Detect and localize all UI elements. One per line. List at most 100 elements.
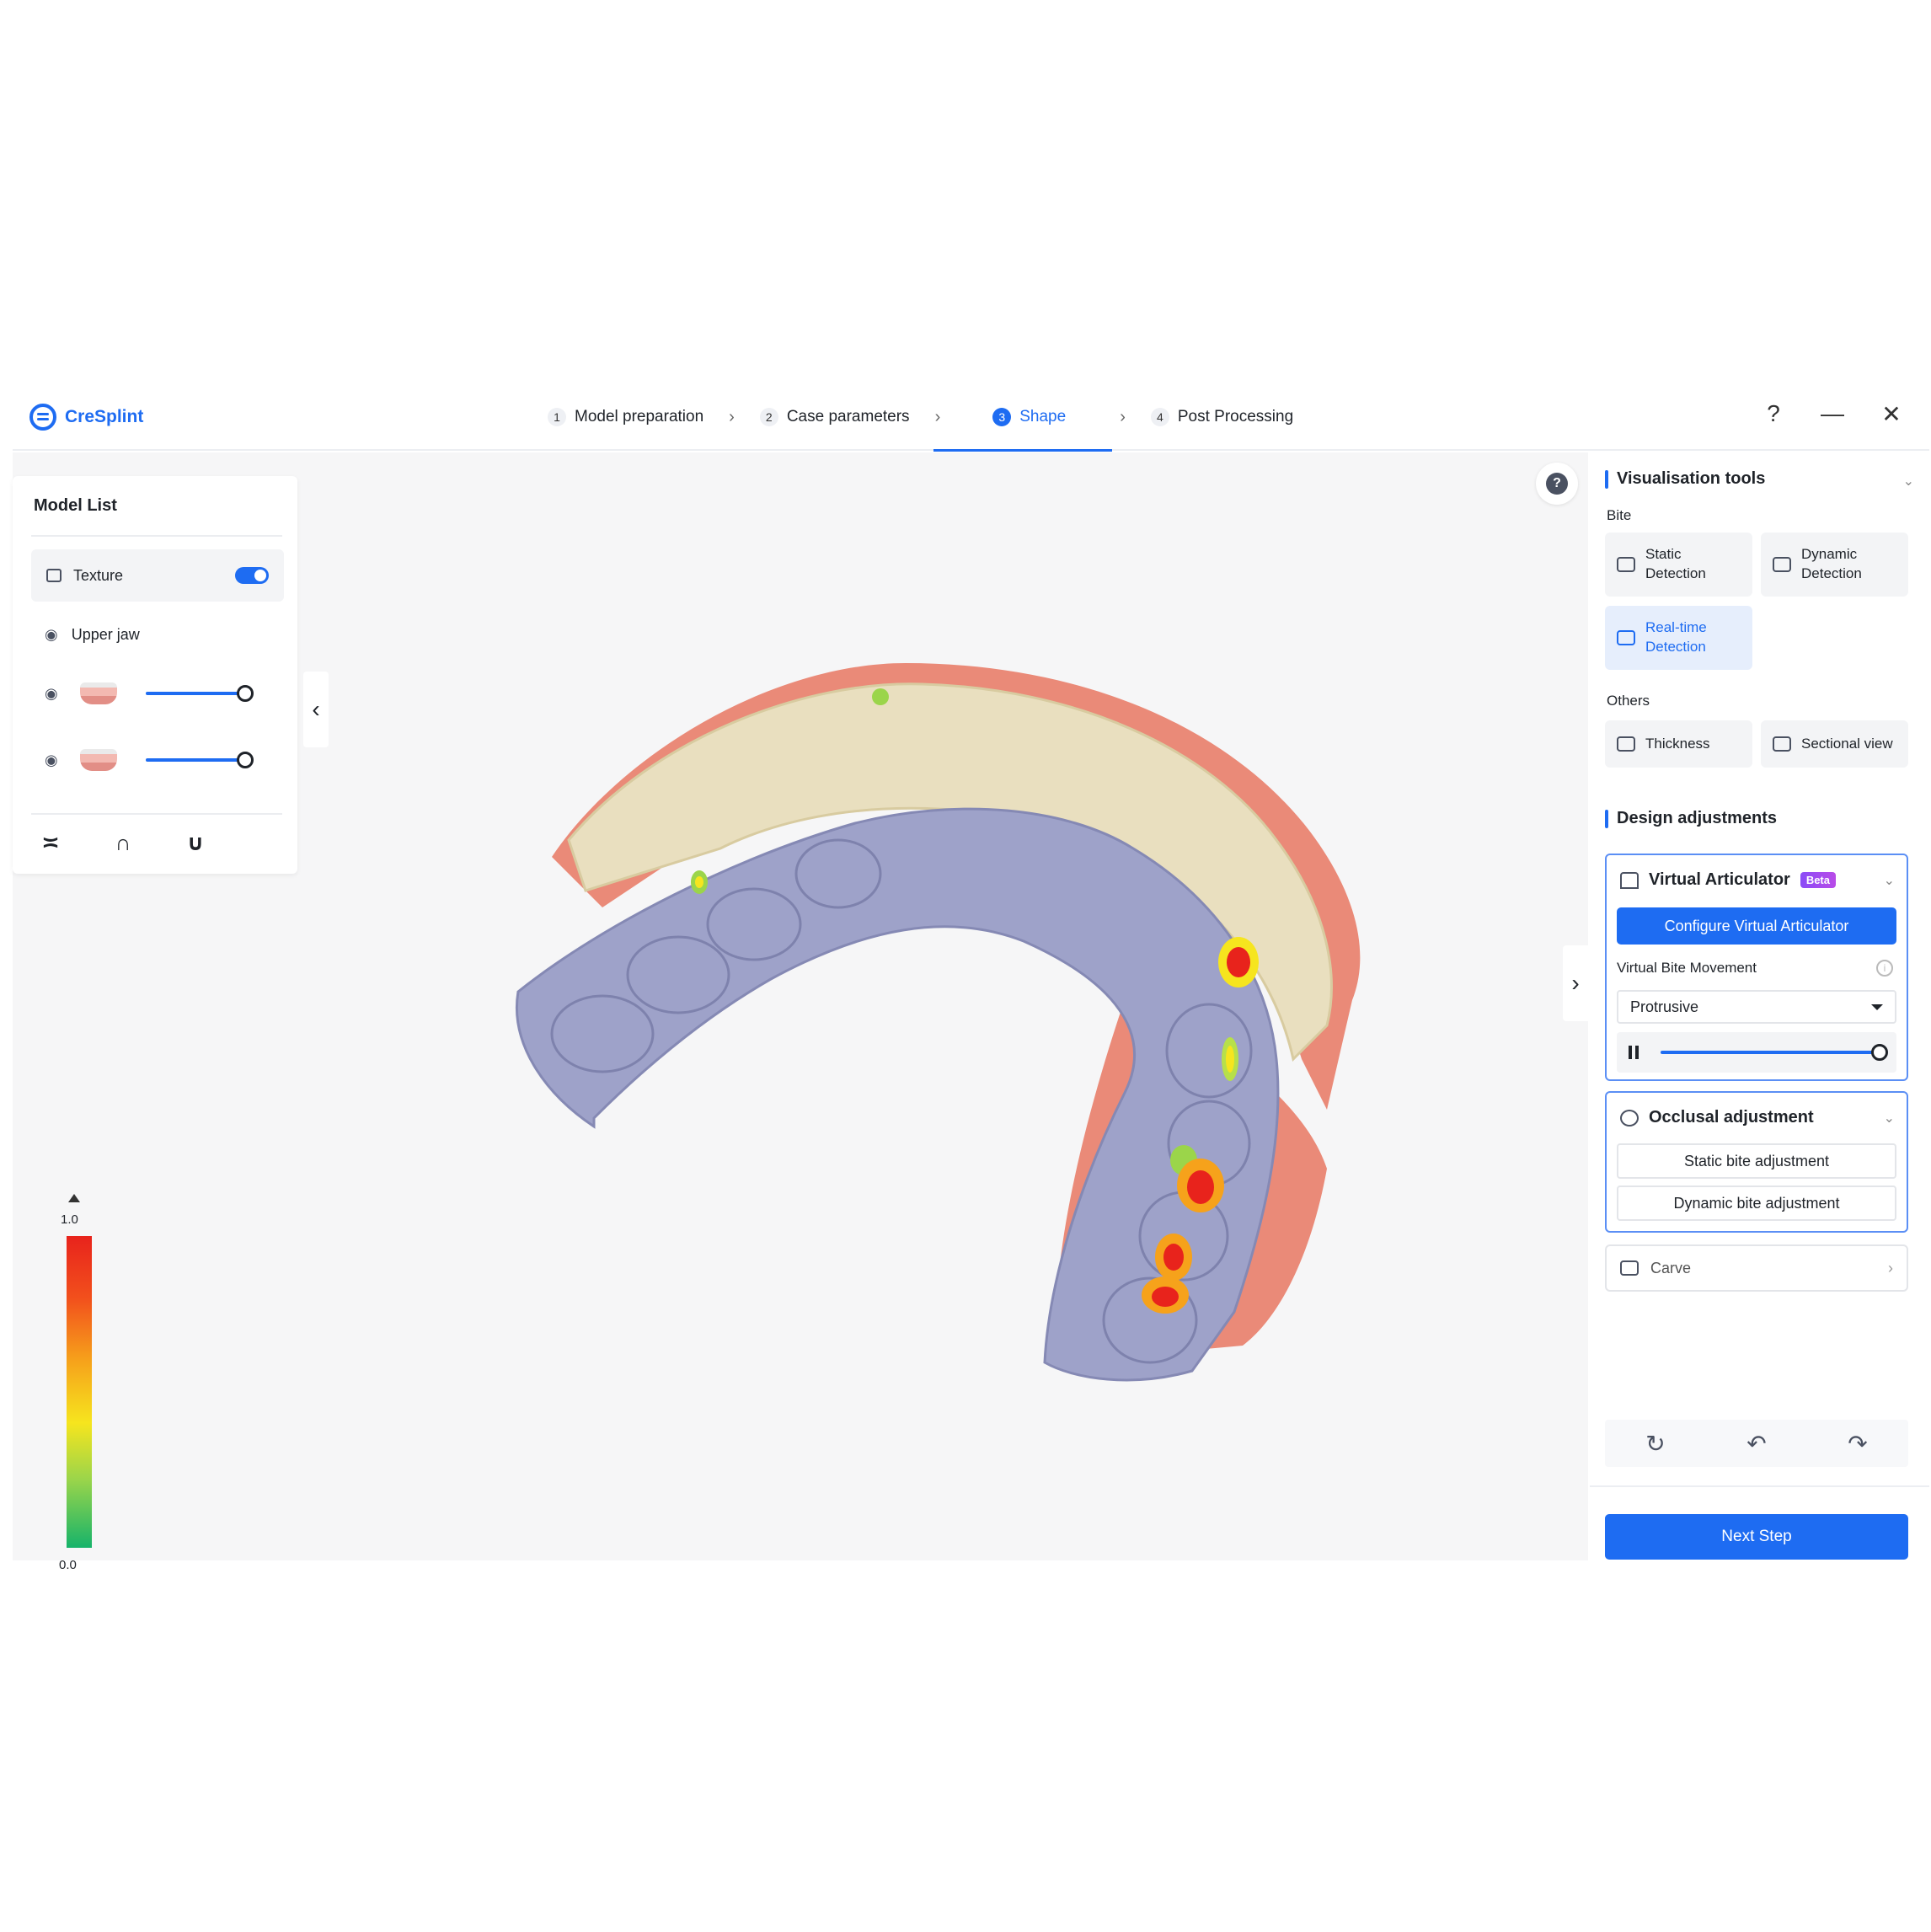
- chevron-right-icon: ›: [1888, 1259, 1893, 1276]
- model-row: ◉: [45, 743, 281, 777]
- undo-icon[interactable]: ↶: [1746, 1430, 1766, 1458]
- chevron-right-icon: ›: [934, 407, 941, 426]
- eye-icon[interactable]: ◉: [45, 685, 58, 703]
- bite-movement-label: Virtual Bite Movement: [1617, 960, 1757, 976]
- legend-gradient: [67, 1236, 92, 1548]
- upper-jaw-label: Upper jaw: [71, 626, 140, 643]
- upper-jaw-view-icon[interactable]: ∩: [110, 830, 136, 856]
- help-button[interactable]: ?: [1761, 400, 1786, 428]
- others-label: Others: [1607, 693, 1650, 709]
- thickness-label: Thickness: [1645, 735, 1710, 752]
- viewport-help-button[interactable]: ?: [1536, 463, 1578, 505]
- sectional-view-icon: [1773, 736, 1791, 752]
- slider-knob[interactable]: [1871, 1044, 1888, 1061]
- static-detection-button[interactable]: Static Detection: [1605, 533, 1752, 597]
- step-navigation: 1 Model preparation › 2 Case parameters …: [548, 383, 1294, 452]
- slider-knob[interactable]: [236, 752, 254, 768]
- occlusal-view-icon[interactable]: ≍: [38, 830, 63, 856]
- thickness-icon: [1617, 736, 1635, 752]
- collapse-left-button[interactable]: ‹: [303, 672, 329, 747]
- model-list-title: Model List: [34, 496, 117, 515]
- step-number: 1: [548, 408, 566, 426]
- sectional-view-button[interactable]: Sectional view: [1761, 720, 1908, 768]
- step-model-preparation[interactable]: 1 Model preparation: [548, 383, 703, 451]
- texture-icon: [46, 569, 62, 582]
- virtual-articulator-header[interactable]: Virtual Articulator Beta: [1620, 870, 1836, 890]
- minimize-button[interactable]: —: [1820, 400, 1845, 428]
- configure-articulator-button[interactable]: Configure Virtual Articulator: [1617, 907, 1896, 945]
- app-logo: CreSplint: [29, 404, 143, 431]
- realtime-detection-button[interactable]: Real-time Detection: [1605, 606, 1752, 670]
- step-label: Post Processing: [1177, 408, 1294, 425]
- lower-jaw-view-icon[interactable]: ∪: [183, 830, 208, 856]
- reset-icon[interactable]: ↻: [1645, 1430, 1665, 1458]
- redo-icon[interactable]: ↷: [1848, 1430, 1867, 1458]
- color-legend: 1.0 0.0: [55, 1194, 105, 1572]
- design-title: Design adjustments: [1617, 809, 1778, 827]
- static-bite-adjustment-button[interactable]: Static bite adjustment: [1617, 1143, 1896, 1179]
- model-thumbnail: [79, 682, 117, 704]
- step-label: Shape: [1019, 408, 1067, 425]
- close-button[interactable]: ✕: [1879, 400, 1904, 428]
- 3d-viewport[interactable]: Model List Texture ◉ Upper jaw ◉ ◉ ≍ ∩ ∪…: [13, 452, 1588, 1572]
- step-post-processing[interactable]: 4 Post Processing: [1150, 383, 1294, 451]
- top-bar: CreSplint 1 Model preparation › 2 Case p…: [13, 383, 1929, 452]
- slider-knob[interactable]: [236, 685, 254, 702]
- visualisation-header[interactable]: Visualisation tools: [1605, 469, 1765, 489]
- realtime-detection-label: Real-time Detection: [1645, 619, 1707, 655]
- upper-jaw-row[interactable]: ◉ Upper jaw: [45, 626, 140, 644]
- legend-max: 1.0: [61, 1212, 78, 1227]
- caret-down-icon: [1871, 1003, 1883, 1010]
- chevron-down-icon[interactable]: ⌄: [1884, 872, 1895, 889]
- occlusal-adjustment-header[interactable]: Occlusal adjustment: [1620, 1108, 1814, 1127]
- expand-right-button[interactable]: ›: [1563, 945, 1588, 1021]
- info-icon[interactable]: i: [1876, 960, 1893, 977]
- right-panel: Visualisation tools ⌄ Bite Static Detect…: [1590, 452, 1929, 1560]
- question-icon: ?: [1546, 473, 1568, 495]
- playback-row: [1617, 1032, 1896, 1073]
- eye-icon[interactable]: ◉: [45, 626, 58, 644]
- texture-toggle[interactable]: [235, 567, 269, 584]
- legend-min: 0.0: [59, 1558, 77, 1572]
- divider: [31, 535, 282, 537]
- dynamic-detection-label: Dynamic Detection: [1801, 546, 1862, 581]
- section-marker: [1605, 469, 1608, 489]
- step-label: Case parameters: [786, 408, 910, 425]
- bite-movement-value: Protrusive: [1630, 998, 1699, 1015]
- carve-label: Carve: [1650, 1259, 1692, 1276]
- section-marker: [1605, 809, 1608, 828]
- history-bar: ↻ ↶ ↷: [1605, 1420, 1908, 1467]
- virtual-articulator-title: Virtual Articulator: [1649, 870, 1790, 889]
- texture-label: Texture: [73, 566, 124, 584]
- articulator-icon: [1620, 871, 1639, 889]
- bite-label: Bite: [1607, 507, 1632, 523]
- divider: [1590, 1485, 1929, 1487]
- next-step-button[interactable]: Next Step: [1605, 1514, 1908, 1560]
- occlusal-icon: [1620, 1109, 1639, 1127]
- pause-icon[interactable]: [1629, 1046, 1639, 1059]
- dynamic-bite-adjustment-button[interactable]: Dynamic bite adjustment: [1617, 1185, 1896, 1221]
- step-label: Model preparation: [575, 408, 704, 425]
- model-row: ◉: [45, 677, 281, 710]
- thickness-button[interactable]: Thickness: [1605, 720, 1752, 768]
- realtime-detection-icon: [1617, 630, 1635, 645]
- carve-icon: [1620, 1260, 1639, 1276]
- chevron-right-icon: ›: [729, 407, 735, 426]
- view-buttons: ≍ ∩ ∪: [38, 830, 208, 856]
- model-list-panel: Model List Texture ◉ Upper jaw ◉ ◉ ≍ ∩ ∪: [13, 476, 297, 874]
- playback-slider[interactable]: [1661, 1044, 1888, 1061]
- opacity-slider[interactable]: [145, 685, 254, 702]
- opacity-slider[interactable]: [145, 752, 254, 768]
- window-controls: ? — ✕: [1761, 400, 1904, 428]
- chevron-down-icon[interactable]: ⌄: [1903, 473, 1914, 490]
- dynamic-detection-button[interactable]: Dynamic Detection: [1761, 533, 1908, 597]
- eye-icon[interactable]: ◉: [45, 752, 58, 769]
- chevron-down-icon[interactable]: ⌄: [1884, 1110, 1895, 1127]
- step-number: 4: [1150, 408, 1169, 426]
- beta-badge: Beta: [1800, 872, 1836, 888]
- step-case-parameters[interactable]: 2 Case parameters: [759, 383, 910, 451]
- carve-card[interactable]: Carve ›: [1605, 1244, 1908, 1292]
- step-shape[interactable]: 3 Shape: [933, 383, 1113, 452]
- bite-movement-select[interactable]: Protrusive: [1617, 990, 1896, 1024]
- model-thumbnail: [79, 749, 117, 771]
